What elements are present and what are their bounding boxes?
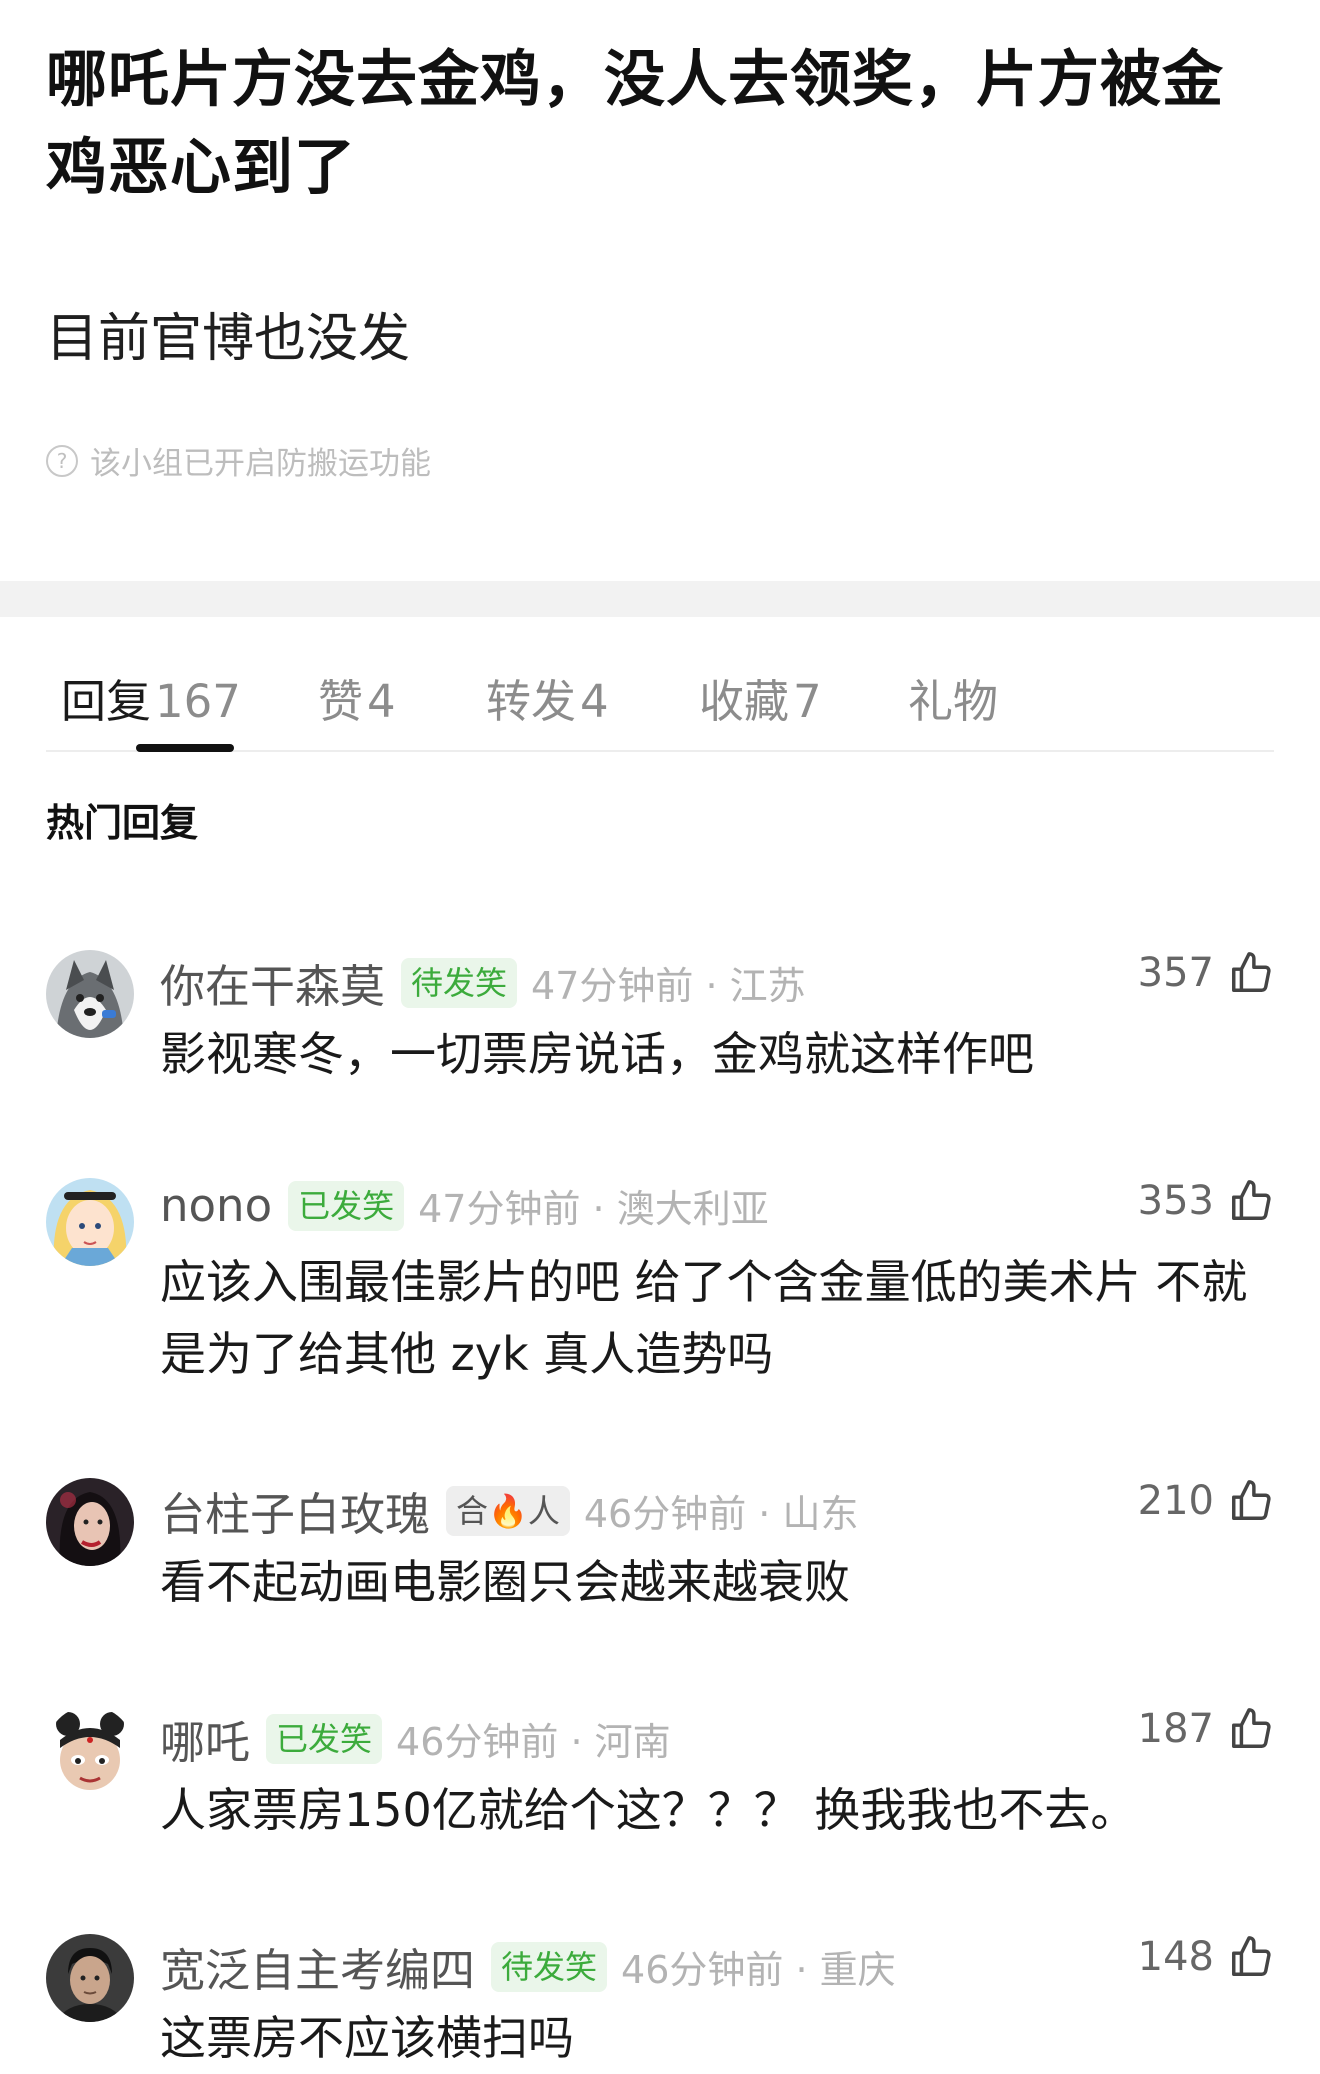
comment-text: 这票房不应该横扫吗: [160, 2011, 574, 2065]
thumbs-up-icon: [1232, 1480, 1271, 1520]
comment-text: 看不起动画电影圈只会越来越衰败: [160, 1555, 850, 1609]
comment-meta: 宽泛自主考编四 待发笑 46分钟前 · 重庆: [160, 1934, 896, 1999]
active-tab-indicator: [136, 744, 234, 752]
comment-text: 应该入围最佳影片的吧 给了个含金量低的美术片 不就是为了给其他 zyk 真人造势…: [160, 1255, 1248, 1381]
question-circle-icon: ?: [46, 444, 78, 477]
comment-username[interactable]: 你在干森莫: [160, 950, 385, 1015]
tab-likes-count: 4: [367, 675, 396, 728]
comment-username[interactable]: 台柱子白玫瑰: [160, 1478, 430, 1543]
tab-favorites[interactable]: 收藏7: [699, 665, 822, 730]
like-count: 210: [1137, 1478, 1214, 1524]
post-body: 目前官博也没发: [46, 309, 411, 369]
comment-username[interactable]: 哪吒: [160, 1706, 250, 1771]
comment-text: 人家票房150亿就给个这？？？ 换我我也不去。: [160, 1783, 1137, 1837]
tab-favorites-count: 7: [793, 675, 822, 728]
comment-username[interactable]: nono: [160, 1179, 272, 1232]
notice-text: 该小组已开启防搬运功能: [90, 446, 431, 482]
like-button[interactable]: 187: [1138, 1706, 1274, 1752]
like-count: 357: [1137, 950, 1214, 996]
comment-time-location: 47分钟前 · 澳大利亚: [418, 1187, 769, 1231]
hot-replies-heading: 热门回复: [46, 801, 199, 845]
comment-username[interactable]: 宽泛自主考编四: [160, 1934, 475, 1999]
tab-bar: 回复167 赞4 转发4 收藏7 礼物: [46, 617, 1274, 752]
tab-replies-count: 167: [155, 675, 241, 728]
post-section: 哪吒片方没去金鸡，没人去领奖，片方被金鸡恶心到了 目前官博也没发 ? 该小组已开…: [0, 0, 1320, 545]
like-count: 187: [1137, 1706, 1214, 1752]
tab-likes-label: 赞: [318, 675, 364, 728]
like-button[interactable]: 210: [1138, 1478, 1274, 1524]
section-divider: [0, 581, 1320, 617]
like-button[interactable]: 353: [1138, 1178, 1274, 1224]
tab-likes[interactable]: 赞4: [318, 665, 396, 730]
nezha-cartoon-avatar[interactable]: [46, 1706, 134, 1794]
comment-meta: 台柱子白玫瑰 合🔥人 46分钟前 · 山东: [160, 1478, 858, 1543]
thumbs-up-icon: [1232, 1180, 1271, 1220]
tab-reposts-label: 转发: [486, 675, 577, 728]
comment-time-location: 47分钟前 · 江苏: [531, 964, 806, 1008]
thumbs-up-icon: [1232, 952, 1271, 992]
like-button[interactable]: 148: [1138, 1934, 1274, 1980]
comment-text: 影视寒冬，一切票房说话，金鸡就这样作吧: [160, 1027, 1034, 1081]
tab-reposts-count: 4: [580, 675, 609, 728]
comment-time-location: 46分钟前 · 河南: [396, 1720, 671, 1764]
like-button[interactable]: 357: [1138, 950, 1274, 996]
husky-dog-avatar[interactable]: [46, 950, 134, 1038]
comment-meta: nono 已发笑 47分钟前 · 澳大利亚: [160, 1178, 769, 1233]
user-badge: 待发笑: [491, 1941, 608, 1992]
comment-meta: 你在干森莫 待发笑 47分钟前 · 江苏: [160, 950, 806, 1015]
tab-reposts[interactable]: 转发4: [486, 665, 609, 730]
like-count: 353: [1137, 1178, 1214, 1224]
man-portrait-avatar[interactable]: [46, 1934, 134, 2022]
tab-replies-label: 回复: [61, 675, 152, 728]
tab-replies[interactable]: 回复167: [61, 665, 241, 730]
comment-time-location: 46分钟前 · 山东: [583, 1492, 859, 1536]
user-badge: 合🔥人: [446, 1485, 570, 1536]
woman-portrait-avatar[interactable]: [46, 1478, 134, 1566]
alice-cartoon-avatar[interactable]: [46, 1178, 134, 1266]
thumbs-up-icon: [1232, 1936, 1271, 1976]
user-badge: 已发笑: [266, 1713, 383, 1764]
comment-meta: 哪吒 已发笑 46分钟前 · 河南: [160, 1706, 671, 1771]
anti-repost-notice: ? 该小组已开启防搬运功能: [46, 438, 431, 483]
user-badge: 待发笑: [401, 957, 518, 1008]
comment-time-location: 46分钟前 · 重庆: [621, 1948, 896, 1992]
post-title: 哪吒片方没去金鸡，没人去领奖，片方被金鸡恶心到了: [46, 44, 1225, 203]
tab-favorites-label: 收藏: [699, 675, 790, 728]
like-count: 148: [1137, 1934, 1214, 1980]
user-badge: 已发笑: [288, 1180, 405, 1231]
thumbs-up-icon: [1232, 1708, 1271, 1748]
tab-gifts[interactable]: 礼物: [908, 665, 998, 730]
tab-gifts-label: 礼物: [908, 675, 999, 728]
